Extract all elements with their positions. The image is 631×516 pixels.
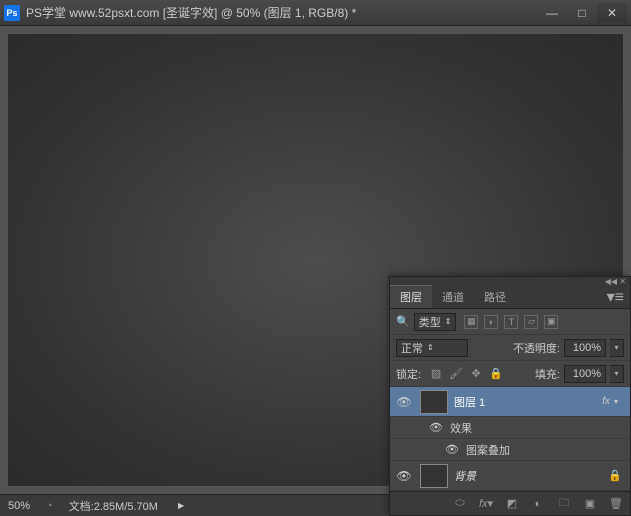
doc-info: 文档:2.85M/5.70M [69,498,158,514]
pattern-overlay-label: 图案叠加 [466,442,510,458]
panel-tabs: 图层 通道 路径 ▾≡ [390,285,630,309]
lock-label: 锁定: [396,366,421,382]
effects-label: 效果 [450,420,472,436]
layer-row-layer1[interactable]: 👁 图层 1 fx ▾ [390,387,630,417]
visibility-toggle[interactable]: 👁 [394,395,414,409]
visibility-toggle[interactable]: 👁 [426,421,446,434]
fill-label: 填充: [535,366,560,382]
group-icon[interactable]: 🗀 [556,496,572,512]
expand-effects-icon[interactable]: ▾ [614,397,626,406]
layer-name[interactable]: 图层 1 [454,394,602,410]
blend-mode-dropdown[interactable]: 正常 ⇕ [396,339,468,357]
search-icon[interactable]: 🔍 [396,315,410,328]
layer-style-icon[interactable]: fx▾ [478,496,494,512]
layers-list: 👁 图层 1 fx ▾ 👁 效果 👁 图案叠加 👁 背景 🔒 [390,387,630,491]
close-button[interactable]: ✕ [597,3,627,23]
opacity-label: 不透明度: [513,340,560,356]
visibility-toggle[interactable]: 👁 [394,469,414,483]
filter-row: 🔍 类型 ⇕ ▦ ◐ T ▱ ▣ [390,309,630,335]
visibility-toggle[interactable]: 👁 [442,443,462,456]
effects-row[interactable]: 👁 效果 [390,417,630,439]
filter-type-icon[interactable]: T [504,315,518,329]
panel-collapse-bar[interactable]: ◀◀ ✕ [390,277,630,285]
lock-row: 锁定: ▨ 🖌 ✥ 🔒 填充: 100% ▾ [390,361,630,387]
layer-mask-icon[interactable]: ◩ [504,496,520,512]
filter-icons: ▦ ◐ T ▱ ▣ [464,315,558,329]
filter-pixel-icon[interactable]: ▦ [464,315,478,329]
tab-layers[interactable]: 图层 [390,285,432,308]
panel-menu-icon[interactable]: ▾≡ [601,287,630,307]
tab-paths[interactable]: 路径 [474,285,516,308]
link-layers-icon[interactable]: ⬭ [452,496,468,512]
document-title: PS学堂 www.52psxt.com [圣诞字效] @ 50% (图层 1, … [26,4,537,21]
opacity-value[interactable]: 100% [564,339,606,357]
adjustment-layer-icon[interactable]: ◐ [530,496,546,512]
opacity-flyout[interactable]: ▾ [610,339,624,357]
new-layer-icon[interactable]: ▣ [582,496,598,512]
app-icon: Ps [4,5,20,21]
fx-badge[interactable]: fx [602,396,610,407]
layer-name[interactable]: 背景 [454,468,608,484]
fill-flyout[interactable]: ▾ [610,365,624,383]
filter-adjust-icon[interactable]: ◐ [484,315,498,329]
zoom-level[interactable]: 50% [8,500,30,512]
panel-footer: ⬭ fx▾ ◩ ◐ 🗀 ▣ 🗑 [390,491,630,515]
chevron-down-icon: ⇕ [427,343,434,352]
filter-type-label: 类型 [419,314,441,330]
chevron-down-icon: ⇕ [445,317,452,326]
minimize-button[interactable]: — [537,3,567,23]
lock-all-icon[interactable]: 🔒 [489,367,503,381]
lock-position-icon[interactable]: ✥ [469,367,483,381]
lock-icon: 🔒 [608,469,622,482]
pattern-overlay-row[interactable]: 👁 图案叠加 [390,439,630,461]
lock-icons: ▨ 🖌 ✥ 🔒 [429,367,503,381]
blend-mode-label: 正常 [401,340,423,356]
layer-row-background[interactable]: 👁 背景 🔒 [390,461,630,491]
filter-shape-icon[interactable]: ▱ [524,315,538,329]
layers-panel: ◀◀ ✕ 图层 通道 路径 ▾≡ 🔍 类型 ⇕ ▦ ◐ T ▱ ▣ 正常 ⇕ 不… [389,276,631,516]
maximize-button[interactable]: □ [567,3,597,23]
status-icon[interactable]: ◔ [46,500,53,512]
lock-transparency-icon[interactable]: ▨ [429,367,443,381]
lock-pixels-icon[interactable]: 🖌 [449,367,463,381]
delete-layer-icon[interactable]: 🗑 [608,496,624,512]
filter-type-dropdown[interactable]: 类型 ⇕ [414,313,457,331]
tab-channels[interactable]: 通道 [432,285,474,308]
layer-thumbnail[interactable] [420,390,448,414]
filter-smart-icon[interactable]: ▣ [544,315,558,329]
titlebar: Ps PS学堂 www.52psxt.com [圣诞字效] @ 50% (图层 … [0,0,631,26]
doc-info-menu[interactable]: ▶ [178,501,184,510]
fill-value[interactable]: 100% [564,365,606,383]
blend-row: 正常 ⇕ 不透明度: 100% ▾ [390,335,630,361]
layer-thumbnail[interactable] [420,464,448,488]
